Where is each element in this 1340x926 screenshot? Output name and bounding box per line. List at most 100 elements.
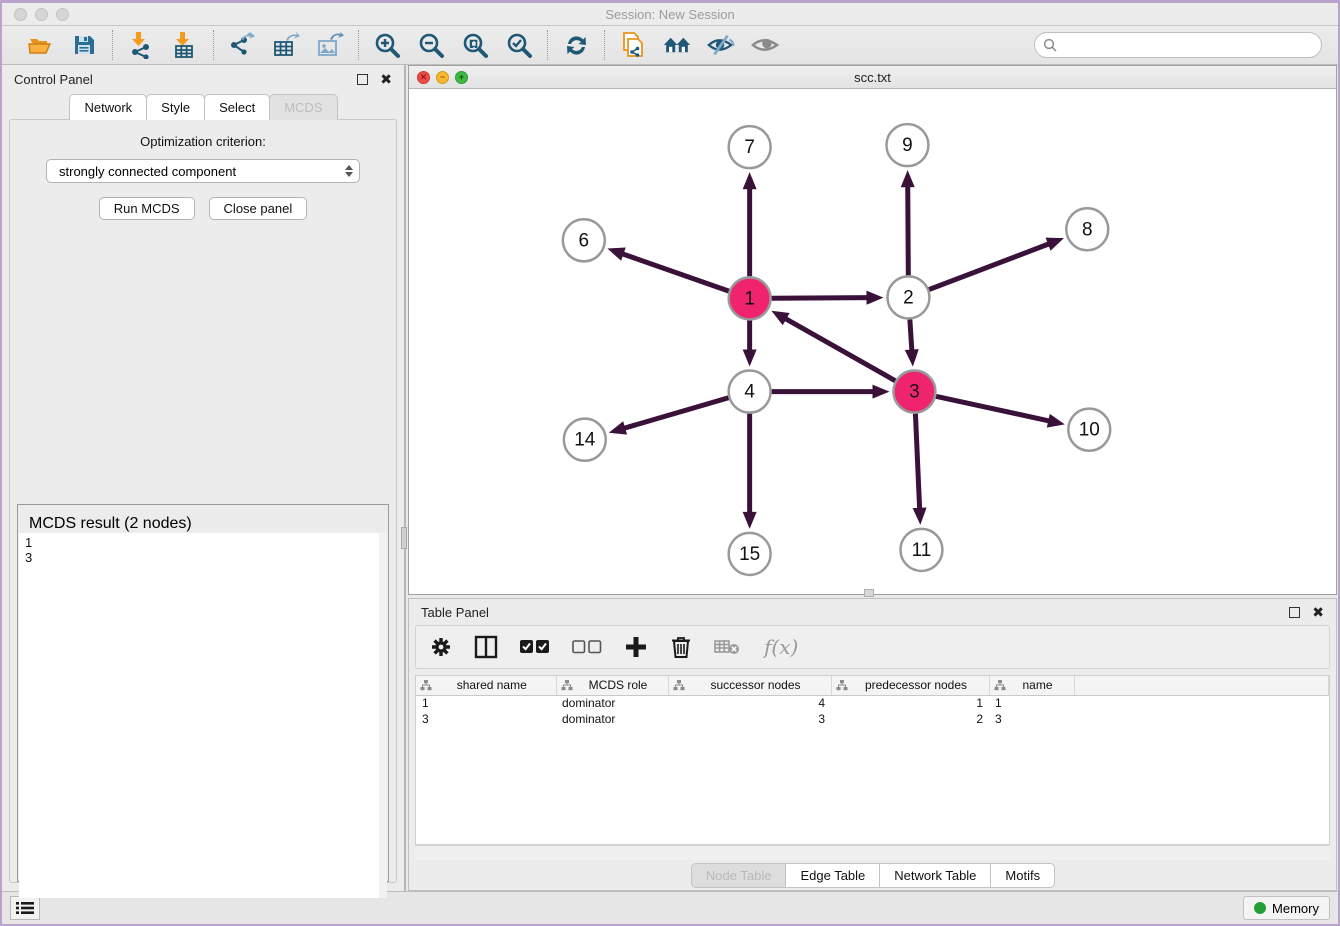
select-all-icon[interactable] bbox=[520, 639, 550, 655]
task-history-button[interactable] bbox=[10, 896, 40, 920]
criterion-dropdown[interactable]: strongly connected component bbox=[46, 159, 360, 183]
table-cell[interactable]: 1 bbox=[831, 695, 989, 711]
optimization-criterion-label: Optimization criterion: bbox=[10, 134, 396, 149]
save-session-icon[interactable] bbox=[70, 31, 98, 59]
split-panel-icon[interactable] bbox=[474, 635, 498, 659]
search-icon bbox=[1043, 38, 1057, 52]
edge-1-6[interactable] bbox=[607, 248, 728, 292]
control-panel-close-icon[interactable]: ✖ bbox=[380, 72, 392, 86]
result-scrollbar[interactable] bbox=[379, 533, 387, 898]
window-titlebar: Session: New Session bbox=[2, 3, 1338, 26]
table-panel-close-icon[interactable]: ✖ bbox=[1312, 605, 1324, 619]
tab-edge-table[interactable]: Edge Table bbox=[785, 863, 880, 888]
table-cell[interactable]: 3 bbox=[668, 711, 831, 727]
node-8[interactable]: 8 bbox=[1066, 208, 1108, 250]
edge-1-2[interactable] bbox=[772, 291, 884, 305]
edge-4-14[interactable] bbox=[609, 398, 729, 435]
column-header-label: shared name bbox=[432, 678, 552, 692]
tab-network[interactable]: Network bbox=[69, 94, 147, 120]
network-maximize-icon[interactable]: + bbox=[455, 71, 468, 84]
table-row[interactable]: 3dominator323 bbox=[416, 711, 1329, 727]
table-cell[interactable]: 3 bbox=[989, 711, 1074, 727]
deselect-all-icon[interactable] bbox=[572, 639, 602, 655]
network-table-splitter-handle[interactable] bbox=[864, 589, 874, 597]
hide-panels-icon[interactable] bbox=[707, 31, 735, 59]
tab-motifs[interactable]: Motifs bbox=[990, 863, 1055, 888]
table-hscrollbar[interactable] bbox=[415, 845, 1330, 860]
column-header-MCDS-role[interactable]: MCDS role bbox=[556, 676, 668, 695]
column-header-shared-name[interactable]: shared name bbox=[416, 676, 556, 695]
node-6[interactable]: 6 bbox=[563, 219, 605, 261]
table-cell[interactable]: dominator bbox=[556, 711, 668, 727]
tab-select[interactable]: Select bbox=[204, 94, 270, 120]
table-cell[interactable]: 1 bbox=[989, 695, 1074, 711]
edge-2-8[interactable] bbox=[929, 238, 1064, 290]
edge-2-3[interactable] bbox=[905, 319, 919, 366]
add-column-icon[interactable] bbox=[624, 635, 648, 659]
edge-3-1[interactable] bbox=[771, 311, 895, 381]
export-image-icon[interactable] bbox=[316, 31, 344, 59]
delete-column-icon[interactable] bbox=[670, 635, 692, 659]
network-window-titlebar[interactable]: ✕ − + scc.txt bbox=[409, 66, 1336, 89]
table-cell[interactable]: 1 bbox=[416, 695, 556, 711]
zoom-fit-icon[interactable] bbox=[461, 31, 489, 59]
refresh-layout-icon[interactable] bbox=[562, 31, 590, 59]
first-neighbors-icon[interactable] bbox=[663, 31, 691, 59]
network-graph[interactable]: 7 9 6 8 1 2 4 3 14 10 15 11 bbox=[409, 89, 1336, 594]
tab-network-table[interactable]: Network Table bbox=[879, 863, 991, 888]
memory-button[interactable]: Memory bbox=[1243, 896, 1330, 920]
node-3[interactable]: 3 bbox=[893, 371, 935, 413]
table-cell[interactable]: 3 bbox=[416, 711, 556, 727]
network-minimize-icon[interactable]: − bbox=[436, 71, 449, 84]
node-2[interactable]: 2 bbox=[887, 276, 929, 318]
tab-style[interactable]: Style bbox=[146, 94, 205, 120]
function-builder-icon[interactable]: f(x) bbox=[762, 634, 802, 660]
edge-4-15[interactable] bbox=[743, 414, 757, 529]
zoom-selected-icon[interactable] bbox=[505, 31, 533, 59]
node-15[interactable]: 15 bbox=[729, 533, 771, 575]
tab-node-table[interactable]: Node Table bbox=[691, 863, 787, 888]
open-session-icon[interactable] bbox=[26, 31, 54, 59]
table-settings-icon[interactable] bbox=[430, 636, 452, 658]
tab-mcds[interactable]: MCDS bbox=[269, 94, 337, 120]
table-cell[interactable]: 4 bbox=[668, 695, 831, 711]
edge-3-10[interactable] bbox=[936, 396, 1065, 427]
close-panel-button[interactable]: Close panel bbox=[209, 197, 308, 220]
table-row[interactable]: 1dominator411 bbox=[416, 695, 1329, 711]
delete-table-icon[interactable] bbox=[714, 638, 740, 656]
network-canvas[interactable]: 7 9 6 8 1 2 4 3 14 10 15 11 bbox=[409, 89, 1336, 594]
column-header-name[interactable]: name bbox=[989, 676, 1074, 695]
run-mcds-button[interactable]: Run MCDS bbox=[99, 197, 195, 220]
network-close-icon[interactable]: ✕ bbox=[417, 71, 430, 84]
zoom-in-icon[interactable] bbox=[373, 31, 401, 59]
table-cell[interactable]: dominator bbox=[556, 695, 668, 711]
column-header-predecessor-nodes[interactable]: predecessor nodes bbox=[831, 676, 989, 695]
edge-3-11[interactable] bbox=[913, 414, 927, 525]
mcds-panel: Optimization criterion: strongly connect… bbox=[9, 119, 397, 883]
node-10[interactable]: 10 bbox=[1068, 409, 1110, 451]
node-14[interactable]: 14 bbox=[564, 419, 606, 461]
table-cell[interactable]: 2 bbox=[831, 711, 989, 727]
node-1[interactable]: 1 bbox=[729, 277, 771, 319]
edge-1-7[interactable] bbox=[743, 172, 757, 276]
node-4[interactable]: 4 bbox=[729, 371, 771, 413]
edge-2-9[interactable] bbox=[901, 170, 915, 275]
import-network-icon[interactable] bbox=[127, 31, 155, 59]
import-table-icon[interactable] bbox=[171, 31, 199, 59]
edge-1-4[interactable] bbox=[743, 320, 757, 366]
node-9[interactable]: 9 bbox=[886, 124, 928, 166]
panel-splitter-handle[interactable] bbox=[401, 527, 407, 549]
duplicate-network-icon[interactable] bbox=[619, 31, 647, 59]
show-panel-icon[interactable] bbox=[751, 31, 779, 59]
control-panel-float-icon[interactable] bbox=[357, 74, 368, 85]
node-11[interactable]: 11 bbox=[900, 529, 942, 571]
search-input[interactable] bbox=[1063, 38, 1313, 53]
node-7[interactable]: 7 bbox=[729, 126, 771, 168]
table-panel-float-icon[interactable] bbox=[1289, 607, 1300, 618]
mcds-result-list[interactable]: 1 3 bbox=[19, 533, 387, 898]
zoom-out-icon[interactable] bbox=[417, 31, 445, 59]
export-table-icon[interactable] bbox=[272, 31, 300, 59]
edge-4-3[interactable] bbox=[772, 385, 890, 399]
column-header-successor-nodes[interactable]: successor nodes bbox=[668, 676, 831, 695]
export-network-icon[interactable] bbox=[228, 31, 256, 59]
